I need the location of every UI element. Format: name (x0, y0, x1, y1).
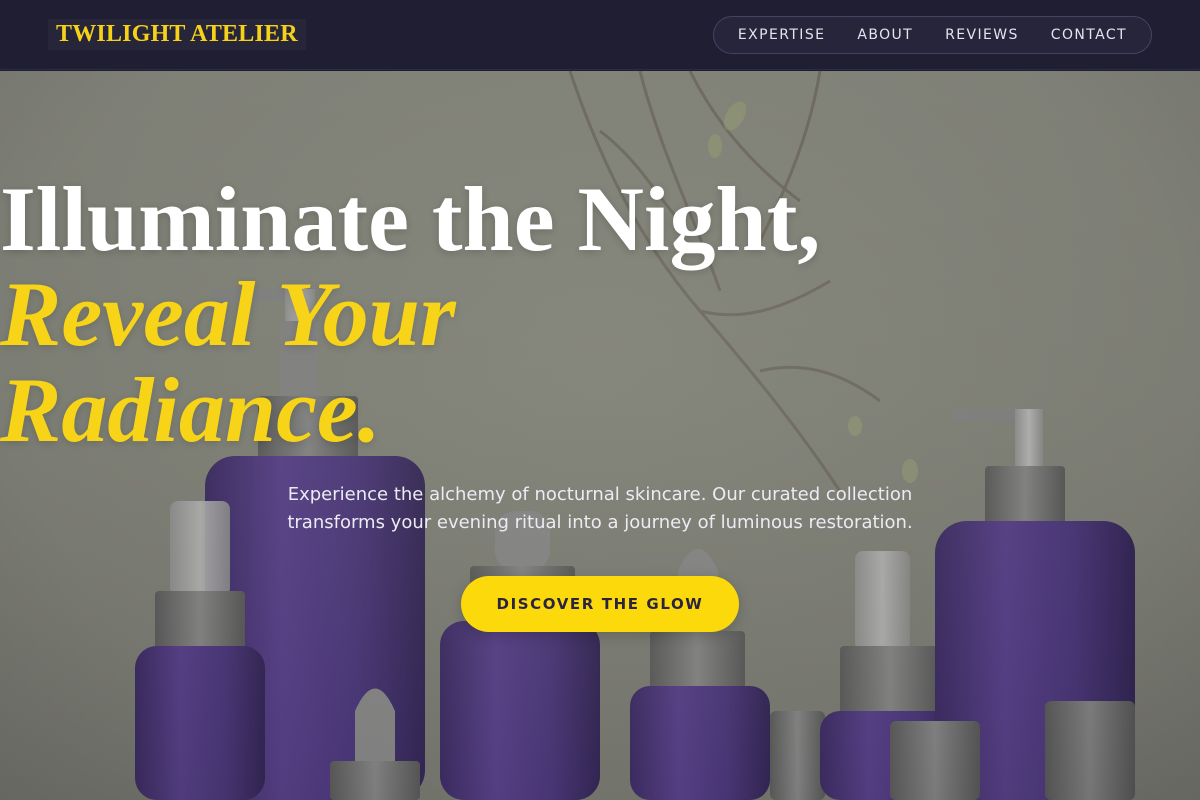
discover-the-glow-button[interactable]: DISCOVER THE GLOW (461, 576, 739, 632)
hero-headline-line1: Illuminate the Night, (0, 168, 821, 270)
hero-headline-line2: Reveal Your (0, 263, 456, 365)
hero-section: Illuminate the Night, Reveal Your Radian… (0, 71, 1200, 800)
nav-link-about[interactable]: ABOUT (841, 27, 929, 43)
hero-subcopy: Experience the alchemy of nocturnal skin… (287, 484, 913, 533)
site-header: TWILIGHT ATELIER EXPERTISE ABOUT REVIEWS… (0, 0, 1200, 70)
hero-headline-line3: Radiance. (0, 359, 381, 461)
nav-link-contact[interactable]: CONTACT (1035, 27, 1143, 43)
brand-logo[interactable]: TWILIGHT ATELIER (48, 19, 306, 50)
nav-link-expertise[interactable]: EXPERTISE (722, 27, 841, 43)
nav-link-reviews[interactable]: REVIEWS (929, 27, 1035, 43)
main-nav: EXPERTISE ABOUT REVIEWS CONTACT (712, 15, 1152, 54)
